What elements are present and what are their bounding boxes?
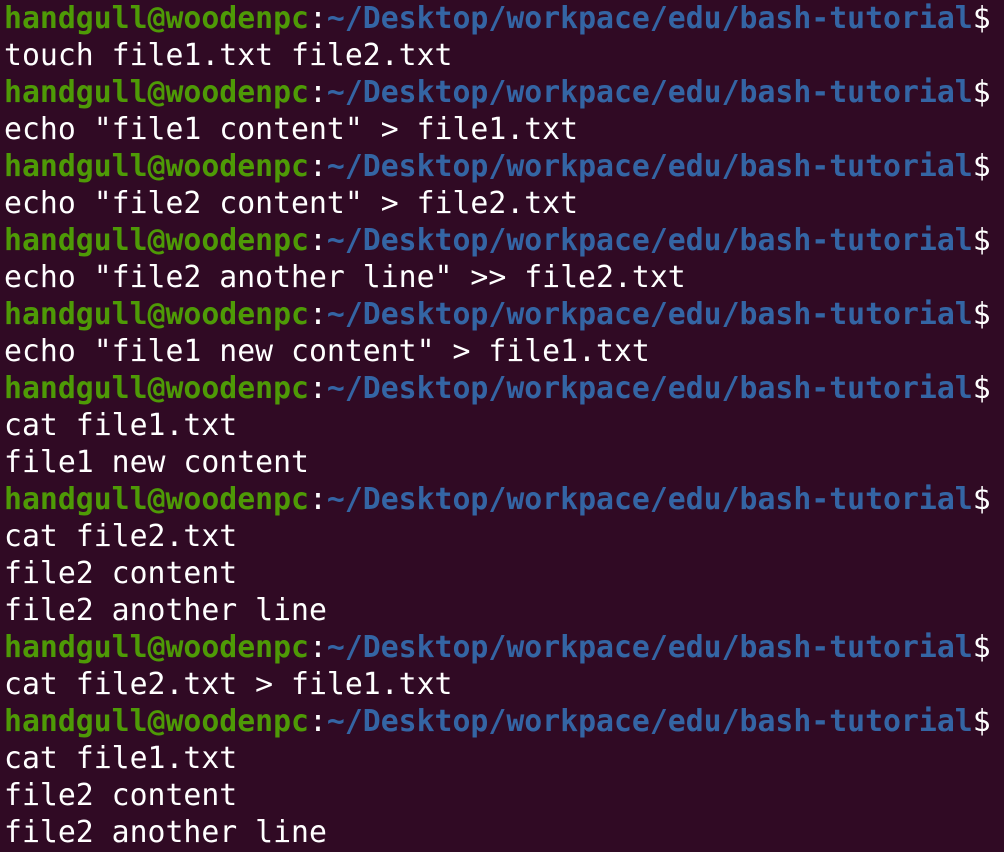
prompt-symbol: $: [972, 223, 991, 258]
prompt-path: ~/Desktop/workpace/edu/bash-tutorial: [326, 297, 973, 332]
output-line: file2 content: [4, 556, 238, 591]
prompt-user-host: handgull@woodenpc: [4, 482, 309, 517]
prompt-separator: :: [308, 75, 327, 110]
prompt-symbol: $: [972, 704, 991, 739]
prompt-path: ~/Desktop/workpace/edu/bash-tutorial: [326, 1, 973, 36]
prompt-separator: :: [308, 1, 327, 36]
command-line: echo "file1 new content" > file1.txt: [4, 334, 650, 369]
prompt-symbol: $: [972, 297, 991, 332]
prompt-path: ~/Desktop/workpace/edu/bash-tutorial: [326, 482, 973, 517]
prompt-user-host: handgull@woodenpc: [4, 297, 309, 332]
prompt-line: handgull@woodenpc:~/Desktop/workpace/edu…: [4, 481, 1004, 518]
prompt-user-host: handgull@woodenpc: [4, 75, 309, 110]
prompt-line: handgull@woodenpc:~/Desktop/workpace/edu…: [4, 703, 1004, 740]
prompt-line: handgull@woodenpc:~/Desktop/workpace/edu…: [4, 296, 1004, 333]
prompt-user-host: handgull@woodenpc: [4, 704, 309, 739]
output-line: file2 another line: [4, 593, 327, 628]
prompt-line: handgull@woodenpc:~/Desktop/workpace/edu…: [4, 629, 1004, 666]
command-line: echo "file2 content" > file2.txt: [4, 186, 579, 221]
prompt-symbol: $: [972, 371, 991, 406]
prompt-symbol: $: [972, 75, 991, 110]
prompt-symbol: $: [972, 482, 991, 517]
command-line: cat file1.txt: [4, 408, 238, 443]
prompt-separator: :: [308, 297, 327, 332]
command-line: cat file2.txt: [4, 519, 238, 554]
prompt-user-host: handgull@woodenpc: [4, 630, 309, 665]
command-line: touch file1.txt file2.txt: [4, 38, 453, 73]
prompt-separator: :: [308, 630, 327, 665]
command-line: echo "file1 content" > file1.txt: [4, 112, 579, 147]
prompt-line: handgull@woodenpc:~/Desktop/workpace/edu…: [4, 74, 1004, 111]
prompt-line: handgull@woodenpc:~/Desktop/workpace/edu…: [4, 222, 1004, 259]
command-line: cat file2.txt > file1.txt: [4, 667, 453, 702]
prompt-symbol: $: [972, 630, 991, 665]
prompt-user-host: handgull@woodenpc: [4, 371, 309, 406]
prompt-user-host: handgull@woodenpc: [4, 149, 309, 184]
output-line: file2 another line: [4, 815, 327, 850]
prompt-separator: :: [308, 482, 327, 517]
prompt-symbol: $: [972, 149, 991, 184]
output-line: file1 new content: [4, 445, 309, 480]
prompt-path: ~/Desktop/workpace/edu/bash-tutorial: [326, 223, 973, 258]
prompt-separator: :: [308, 704, 327, 739]
prompt-path: ~/Desktop/workpace/edu/bash-tutorial: [326, 630, 973, 665]
prompt-path: ~/Desktop/workpace/edu/bash-tutorial: [326, 371, 973, 406]
prompt-symbol: $: [972, 1, 991, 36]
output-line: file2 content: [4, 778, 238, 813]
prompt-separator: :: [308, 371, 327, 406]
prompt-separator: :: [308, 223, 327, 258]
prompt-path: ~/Desktop/workpace/edu/bash-tutorial: [326, 75, 973, 110]
prompt-path: ~/Desktop/workpace/edu/bash-tutorial: [326, 704, 973, 739]
prompt-separator: :: [308, 149, 327, 184]
command-line: cat file1.txt: [4, 741, 238, 776]
prompt-user-host: handgull@woodenpc: [4, 223, 309, 258]
prompt-user-host: handgull@woodenpc: [4, 1, 309, 36]
prompt-path: ~/Desktop/workpace/edu/bash-tutorial: [326, 149, 973, 184]
prompt-line: handgull@woodenpc:~/Desktop/workpace/edu…: [4, 148, 1004, 185]
prompt-line: handgull@woodenpc:~/Desktop/workpace/edu…: [4, 370, 1004, 407]
prompt-line: handgull@woodenpc:~/Desktop/workpace/edu…: [4, 0, 1004, 37]
terminal-window[interactable]: handgull@woodenpc:~/Desktop/workpace/edu…: [0, 0, 1004, 852]
command-line: echo "file2 another line" >> file2.txt: [4, 260, 686, 295]
